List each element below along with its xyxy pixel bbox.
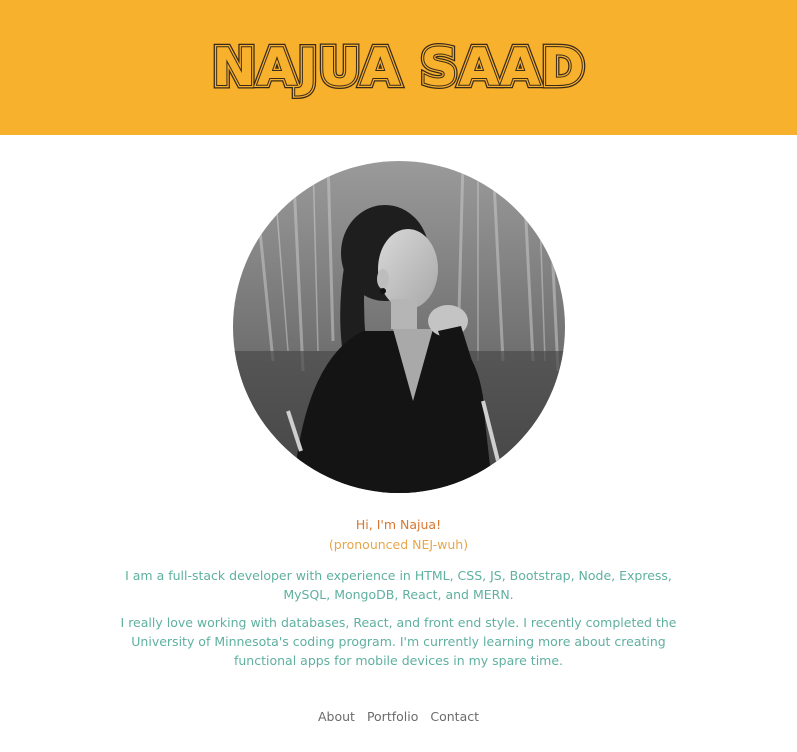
profile-photo (232, 161, 565, 493)
pronunciation-text: (pronounced NEJ-wuh) (328, 537, 469, 552)
site-header: NAJUA SAAD NAJUA SAAD NAJUA SAAD NAJUA S… (0, 0, 797, 135)
profile-photo-illustration (232, 161, 565, 493)
logo-text-inner: NAJUA SAAD (212, 38, 585, 98)
main-content: Hi, I'm Najua! (pronounced NEJ-wuh) I am… (0, 161, 797, 724)
site-logo[interactable]: NAJUA SAAD NAJUA SAAD NAJUA SAAD NAJUA S… (209, 33, 589, 103)
greeting-text: Hi, I'm Najua! (355, 517, 442, 532)
nav-link-about[interactable]: About (318, 709, 355, 724)
bio-paragraph-1: I am a full-stack developer with experie… (125, 568, 672, 602)
nav-link-contact[interactable]: Contact (430, 709, 479, 724)
nav-link-portfolio[interactable]: Portfolio (367, 709, 418, 724)
footer-nav: About Portfolio Contact (0, 709, 797, 724)
bio-paragraph-2: I really love working with databases, Re… (120, 615, 677, 668)
